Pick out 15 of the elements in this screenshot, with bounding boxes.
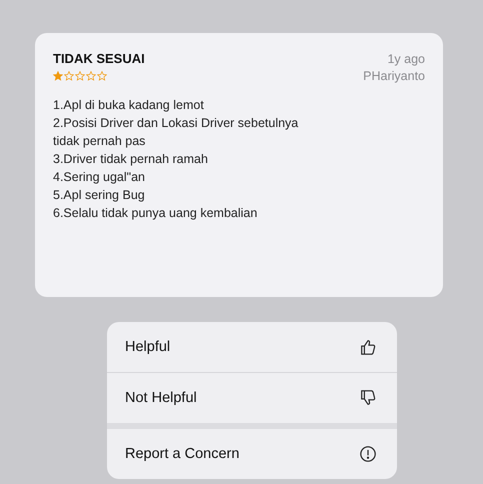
info-icon	[359, 445, 377, 463]
review-time: 1y ago	[387, 52, 425, 66]
review-text-line: 3.Driver tidak pernah ramah	[53, 151, 209, 168]
thumbs-down-icon	[359, 389, 377, 407]
review-text-line: 6.Selalu tidak punya uang kembalian	[53, 205, 258, 222]
review-text-line: 4.Sering ugal"an	[53, 169, 146, 186]
review-text-line: 1.Apl di buka kadang lemot	[53, 97, 205, 114]
review-title: TIDAK SESUAI	[53, 51, 145, 66]
review-author: PHariyanto	[363, 69, 425, 83]
thumbs-up-icon	[359, 338, 377, 356]
menu-item[interactable]: Report a Concern	[107, 429, 397, 479]
menu-item[interactable]: Helpful	[107, 322, 397, 372]
menu-item[interactable]: Not Helpful	[107, 373, 397, 423]
review-text-line: 5.Apl sering Bug	[53, 187, 146, 204]
review-text-line: 2.Posisi Driver dan Lokasi Driver sebetulnya tidak pernah pas	[53, 115, 300, 150]
